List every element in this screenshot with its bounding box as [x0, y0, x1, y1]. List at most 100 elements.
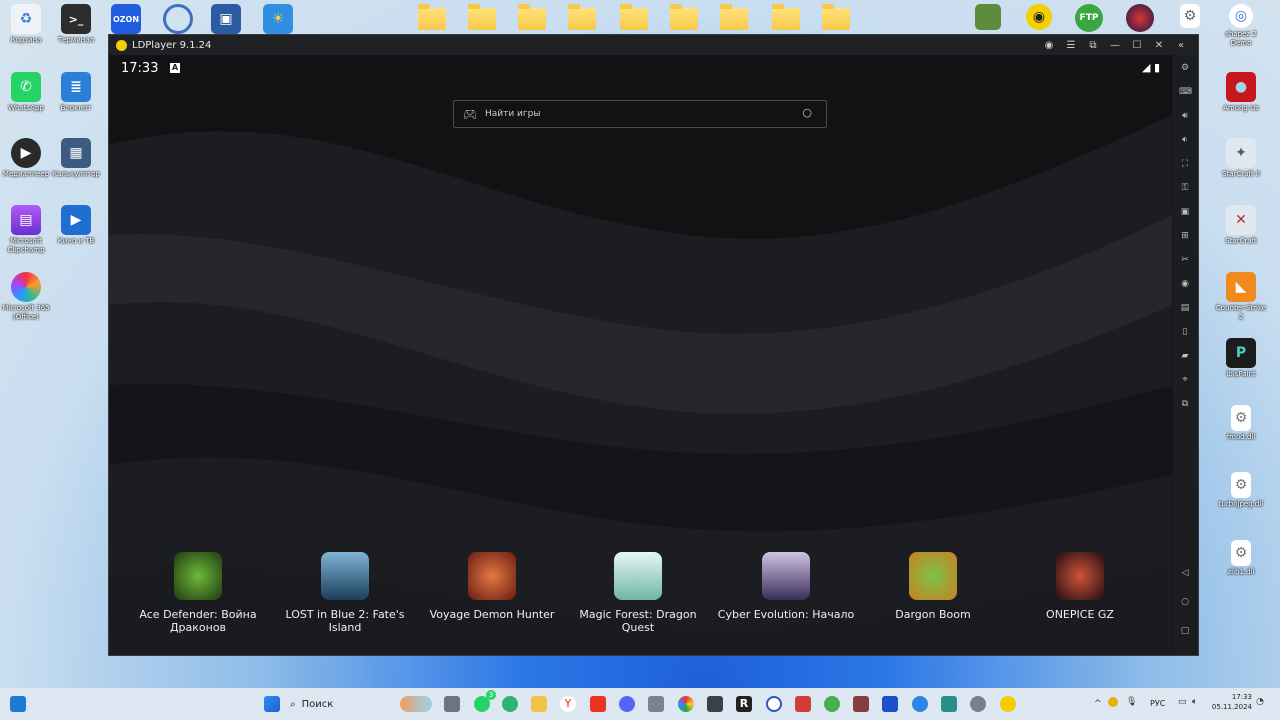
desktop-icon-clipchamp[interactable]: ▤ Microsoft Clipchamp	[0, 205, 52, 255]
outlook-icon[interactable]	[882, 696, 898, 712]
desktop-icon-virtualbox[interactable]: ▣	[200, 4, 252, 34]
desktop-icon-minecraft[interactable]	[962, 4, 1014, 30]
ldplayer-taskbar-icon[interactable]	[1000, 696, 1016, 712]
start-left-icon[interactable]	[10, 696, 26, 712]
search-icon[interactable]: ○	[802, 106, 812, 119]
chevron-up-icon[interactable]: ^	[1094, 699, 1102, 709]
volume-up-icon[interactable]: 🔊︎	[1179, 110, 1191, 122]
multi-instance-icon[interactable]: ⧉	[1179, 398, 1191, 410]
desktop-icon-media-player[interactable]: ▶ Медиаплеер	[0, 138, 52, 179]
search-input[interactable]	[482, 108, 787, 120]
store-icon[interactable]	[707, 696, 723, 712]
desktop-icon-among-us[interactable]: ● Among Us	[1215, 72, 1267, 113]
chrome-icon[interactable]	[678, 696, 694, 712]
account-icon[interactable]: ◉	[1038, 40, 1060, 51]
folder-icon[interactable]	[670, 4, 698, 30]
speaker-icon[interactable]: 🔈︎	[1192, 697, 1197, 707]
folder-icon[interactable]	[518, 4, 546, 30]
desktop-icon-office[interactable]: Microsoft 365 (Office)	[0, 272, 52, 322]
restore-layout-icon[interactable]: ⧉	[1082, 40, 1104, 51]
file-explorer-icon[interactable]	[531, 696, 547, 712]
settings-icon[interactable]: ⚙	[1179, 62, 1191, 74]
desktop-icon-steam-red[interactable]	[1114, 4, 1166, 32]
folder-icon[interactable]	[720, 4, 748, 30]
virtualbox-taskbar-icon[interactable]	[648, 696, 664, 712]
back-icon[interactable]: ◁	[1179, 567, 1191, 579]
app-lost-in-blue-2[interactable]: LOST in Blue 2: Fate's Island	[272, 552, 418, 634]
record-icon[interactable]: ◉	[1179, 278, 1191, 290]
fullscreen-icon[interactable]: ⛶	[1179, 158, 1191, 170]
desktop-icon-circle-app[interactable]	[152, 4, 204, 34]
microphone-icon[interactable]: 🎙︎	[1126, 697, 1137, 707]
desktop-icon-recycle-bin[interactable]: ♻ Корзина	[0, 4, 52, 45]
folder-icon[interactable]: ▰	[1179, 350, 1191, 362]
android-screen[interactable]: 17:33 A ◢ ▮ 🎮︎ ○ Ace Defender: Война Дра…	[109, 55, 1172, 655]
collapse-sidebar-icon[interactable]: «	[1170, 40, 1192, 51]
keyboard-icon[interactable]: ⌨	[1179, 86, 1192, 98]
apk-install-icon[interactable]: ⊞	[1179, 230, 1191, 242]
app-voyage-demon-hunter[interactable]: Voyage Demon Hunter	[419, 552, 565, 621]
app-onepice-gz[interactable]: ONEPICE GZ	[1007, 552, 1153, 621]
close-button[interactable]: ✕	[1148, 40, 1170, 51]
settings-taskbar-icon[interactable]	[970, 696, 986, 712]
blue-app-icon[interactable]	[912, 696, 928, 712]
green-app-icon[interactable]	[824, 696, 840, 712]
folder-icon[interactable]	[418, 4, 446, 30]
minimize-button[interactable]: —	[1104, 40, 1126, 51]
rockstar-icon[interactable]: R	[736, 696, 752, 712]
desktop-icon-ozon[interactable]: OZON	[100, 4, 152, 34]
taskbar-clock[interactable]: 17:33 05.11.2024	[1212, 692, 1252, 712]
desktop-icon-weather[interactable]: ☀	[252, 4, 304, 34]
folder-icon[interactable]	[822, 4, 850, 30]
desktop-icon-starcraft[interactable]: ✕ StarCraft	[1215, 205, 1267, 246]
desktop-icon-zlib-dll[interactable]: ⚙ zlib1.dll	[1215, 540, 1267, 577]
lock-icon[interactable]: ⚿	[1179, 182, 1191, 194]
task-view-icon[interactable]	[444, 696, 460, 712]
app-cyber-evolution[interactable]: Cyber Evolution: Начало	[713, 552, 859, 621]
volume-down-icon[interactable]: 🔉︎	[1179, 134, 1191, 146]
app-dargon-boom[interactable]: Dargon Boom	[860, 552, 1006, 621]
app-ace-defender[interactable]: Ace Defender: Война Драконов	[125, 552, 271, 634]
window-titlebar[interactable]: LDPlayer 9.1.24 ◉ ☰ ⧉ — ☐ ✕ «	[109, 35, 1198, 55]
yandex-browser-icon[interactable]: Y	[560, 696, 576, 712]
desktop-icon-cs2[interactable]: ◣ Counter-Strike 2	[1215, 272, 1267, 322]
discord-icon[interactable]	[619, 696, 635, 712]
edge-icon[interactable]	[502, 696, 518, 712]
circle-app-taskbar-icon[interactable]	[766, 696, 782, 712]
teal-app-icon[interactable]	[941, 696, 957, 712]
language-indicator[interactable]: РУС	[1150, 699, 1165, 708]
app-magic-forest[interactable]: Magic Forest: Dragon Quest	[565, 552, 711, 634]
desktop-icon-turbojpeg-dll[interactable]: ⚙ turbojpeg.dll	[1215, 472, 1267, 509]
windows-start-icon[interactable]	[264, 696, 280, 712]
folder-icon[interactable]	[620, 4, 648, 30]
youtube-icon[interactable]	[590, 696, 606, 712]
scissors-icon[interactable]: ✂	[1179, 254, 1191, 266]
desktop-icon-whatsapp[interactable]: ✆ WhatsApp	[0, 72, 52, 113]
whatsapp-taskbar-icon[interactable]: 3	[474, 690, 496, 712]
widget-icon[interactable]	[400, 696, 432, 712]
recents-icon[interactable]: ▢	[1179, 625, 1191, 637]
desktop-icon-shapez[interactable]: ◎ shapez 2 Demo	[1215, 4, 1267, 48]
taskbar-search[interactable]: ⌕ Поиск	[290, 694, 390, 714]
desktop-icon-terminal[interactable]: >_ Терминал	[50, 4, 102, 45]
folder-icon[interactable]	[568, 4, 596, 30]
menu-icon[interactable]: ☰	[1060, 40, 1082, 51]
location-icon[interactable]: ⌖	[1179, 374, 1191, 386]
desktop-icon-ibispaint[interactable]: P ibisPaint	[1215, 338, 1267, 379]
shake-icon[interactable]: ▯	[1179, 326, 1191, 338]
desktop-icon-settings-file[interactable]: ⚙	[1164, 4, 1216, 28]
tray-ldplayer-icon[interactable]	[1108, 697, 1118, 707]
desktop-icon-ldplayer[interactable]: ◉	[1013, 4, 1065, 30]
folder-icon[interactable]	[772, 4, 800, 30]
game-search-bar[interactable]: 🎮︎ ○	[453, 100, 827, 128]
desktop-icon-calculator[interactable]: ▦ Калькулятор	[50, 138, 102, 179]
winrar-icon[interactable]	[853, 696, 869, 712]
home-icon[interactable]: ○	[1179, 596, 1191, 608]
anydesk-icon[interactable]	[795, 696, 811, 712]
desktop-icon-movies-tv[interactable]: ▶ Кино и ТВ	[50, 205, 102, 246]
desktop-icon-notepad[interactable]: ≣ Блокнот	[50, 72, 102, 113]
folder-icon[interactable]	[468, 4, 496, 30]
network-icon[interactable]: ▭	[1178, 697, 1187, 707]
desktop-icon-fmod-dll[interactable]: ⚙ fmod.dll	[1215, 405, 1267, 442]
desktop-icon-ftp[interactable]: FTP	[1063, 4, 1115, 32]
